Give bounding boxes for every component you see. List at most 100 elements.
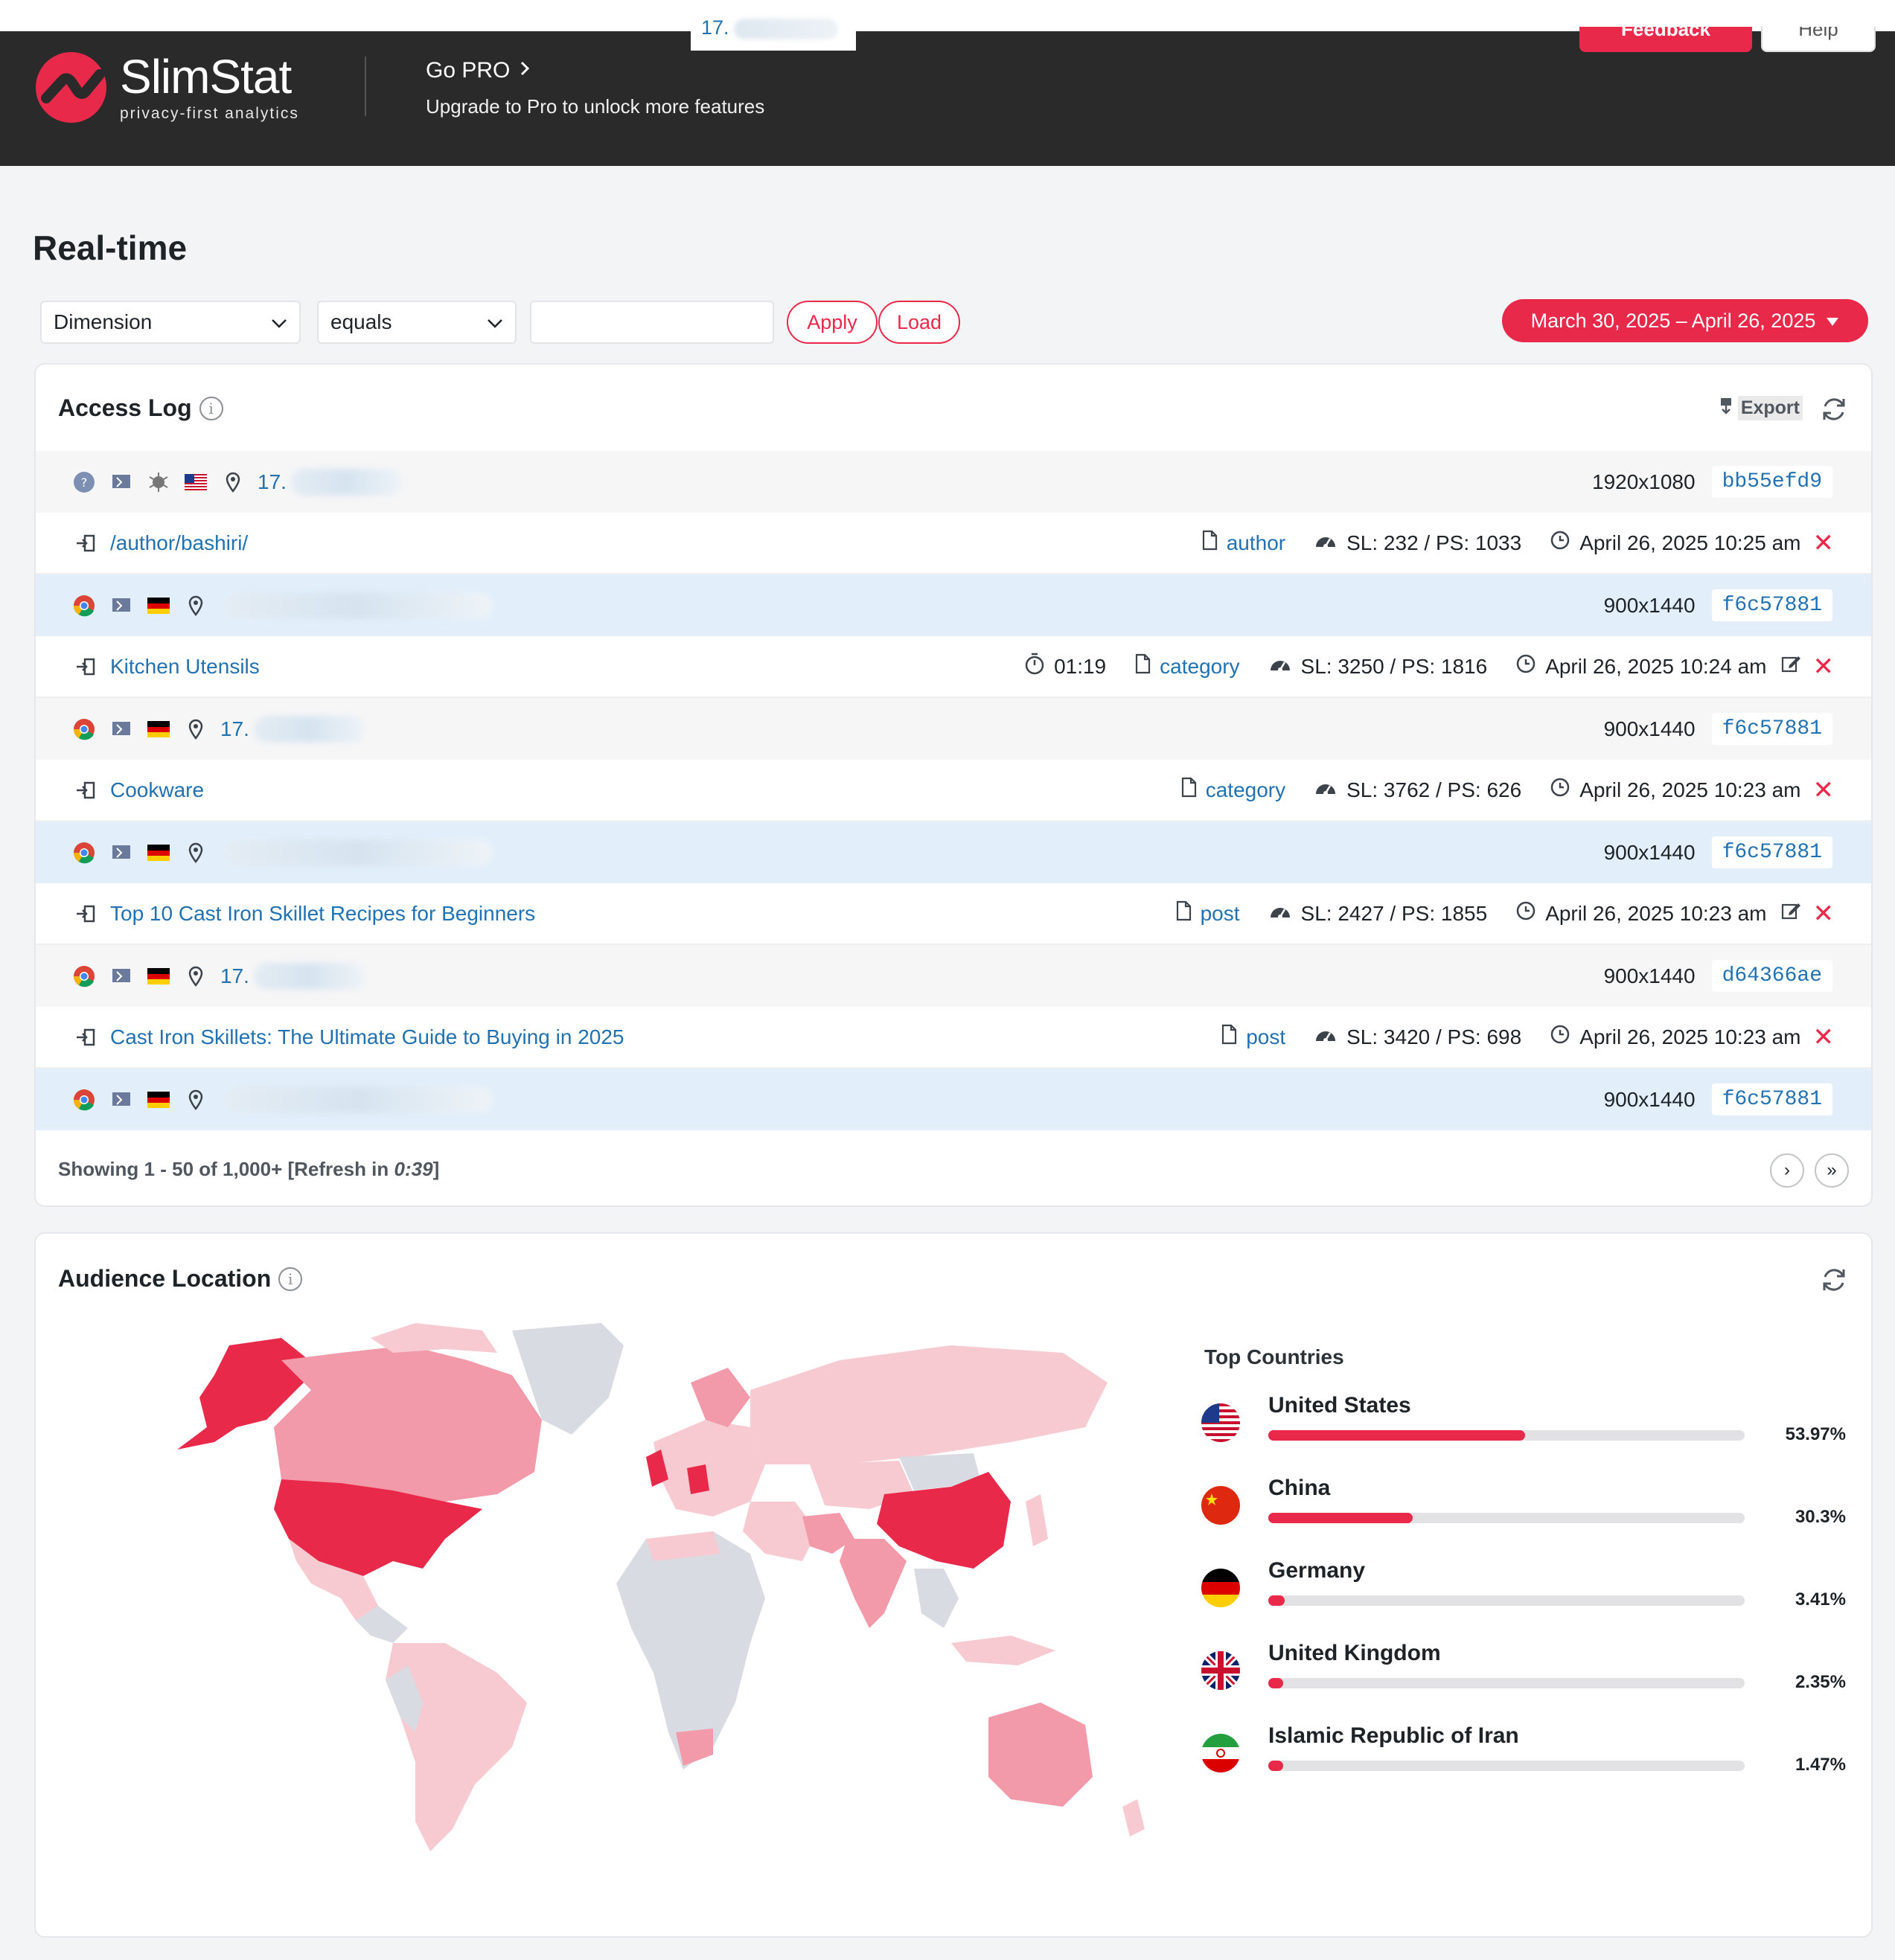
delete-icon[interactable]: ✕ [1813, 899, 1835, 929]
visitor-fingerprint-link[interactable]: bb55efd9 [1711, 466, 1832, 498]
content-type-link[interactable]: post [1201, 902, 1240, 926]
screen-resolution: 1920x1080 [1592, 470, 1696, 493]
slimstat-logo[interactable]: SlimStat privacy-first analytics [36, 52, 299, 123]
visitor-ip-link[interactable]: 17. [220, 717, 249, 741]
dimension-select[interactable]: Dimension [40, 301, 301, 344]
blurred-ip [225, 839, 493, 866]
page-url-link[interactable]: /author/bashiri/ [110, 531, 248, 555]
stats-value: SL: 232 / PS: 1033 [1346, 531, 1522, 554]
next-page-button[interactable]: › [1770, 1153, 1804, 1188]
screen-resolution: 900x1440 [1603, 593, 1696, 617]
refresh-icon[interactable] [1819, 394, 1849, 424]
delete-icon[interactable]: ✕ [1813, 775, 1835, 805]
blurred-ip [253, 962, 365, 990]
blurred-ip [290, 468, 403, 496]
page-url-link[interactable]: Top 10 Cast Iron Skillet Recipes for Beg… [110, 902, 535, 926]
visitor-fingerprint-link[interactable]: d64366ae [1711, 960, 1832, 992]
visitor-fingerprint-link[interactable]: f6c57881 [1711, 1083, 1832, 1115]
delete-icon[interactable]: ✕ [1813, 528, 1835, 558]
clock-icon [1515, 900, 1536, 926]
performance-stats: SL: 3250 / PS: 1816 [1268, 654, 1488, 679]
visitor-fingerprint-link[interactable]: f6c57881 [1711, 589, 1832, 621]
country-share-bar [1268, 1595, 1745, 1606]
edit-icon[interactable] [1780, 900, 1801, 926]
file-icon [1175, 900, 1192, 926]
chevron-down-icon [271, 310, 287, 334]
delete-icon[interactable]: ✕ [1813, 652, 1835, 682]
bot-icon [146, 470, 171, 495]
country-share-percent: 1.47% [1795, 1755, 1846, 1775]
location-pin-icon [220, 470, 246, 495]
page-title: Real-time [33, 228, 188, 267]
map-region-germany [687, 1464, 709, 1494]
page-url-link[interactable]: Cookware [110, 778, 204, 802]
info-icon[interactable]: i [199, 396, 223, 420]
clock-icon [1550, 1024, 1570, 1050]
chevron-right-icon: › [1784, 1160, 1790, 1180]
country-name: United Kingdom [1268, 1641, 1441, 1665]
clock-icon [1515, 653, 1536, 679]
date-value: April 26, 2025 10:25 am [1579, 531, 1801, 554]
content-type-link[interactable]: author [1227, 531, 1285, 555]
footer-suffix: ] [432, 1158, 440, 1180]
visitor-row[interactable]: 17. 900x1440 f6c57881 [36, 698, 1871, 760]
feedback-button[interactable]: Feedback [1579, 27, 1752, 52]
country-share-percent: 3.41% [1795, 1589, 1846, 1610]
visitor-ip-link[interactable]: 17. [220, 964, 249, 988]
help-button[interactable]: Help [1761, 27, 1876, 52]
operator-select[interactable]: equals [317, 301, 517, 344]
date-range-button[interactable]: March 30, 2025 – April 26, 2025 [1502, 299, 1868, 342]
country-share-percent: 2.35% [1795, 1672, 1846, 1692]
edit-icon[interactable] [1780, 653, 1801, 679]
content-type-link[interactable]: category [1160, 655, 1239, 679]
export-button[interactable]: Export [1719, 396, 1803, 420]
info-icon[interactable]: i [278, 1266, 303, 1291]
clock-icon [1550, 530, 1570, 556]
visitor-ip-link[interactable]: 17. [258, 470, 287, 494]
country-name: United States [1268, 1393, 1411, 1418]
entry-icon [73, 654, 98, 679]
entry-icon [73, 531, 98, 556]
stopwatch-icon [1024, 653, 1045, 680]
delete-icon[interactable]: ✕ [1813, 1022, 1835, 1052]
content-type: category [1180, 777, 1285, 803]
filter-value-input[interactable] [530, 301, 774, 344]
visitor-row[interactable]: 900x1440 f6c57881 [36, 822, 1871, 883]
visitor-row[interactable]: 900x1440 f6c57881 [36, 574, 1871, 636]
entry-icon [73, 1025, 98, 1050]
country-share-fill [1268, 1595, 1285, 1606]
header-divider [365, 57, 366, 116]
country-share-bar [1268, 1678, 1745, 1688]
last-page-button[interactable]: » [1815, 1153, 1849, 1188]
visit-timestamp: April 26, 2025 10:25 am ✕ [1550, 528, 1834, 558]
speedometer-icon [1314, 531, 1338, 555]
stats-value: SL: 2427 / PS: 1855 [1300, 901, 1488, 925]
pageview-row: Kitchen Utensils 01:19 category SL: 3250 / … [36, 636, 1871, 698]
visit-timestamp: April 26, 2025 10:23 am ✕ [1550, 775, 1834, 805]
visitor-fingerprint-link[interactable]: f6c57881 [1711, 713, 1832, 745]
page-url-link[interactable]: Kitchen Utensils [110, 655, 260, 679]
visit-timestamp: April 26, 2025 10:24 am ✕ [1515, 652, 1834, 682]
file-icon [1180, 777, 1197, 803]
load-button[interactable]: Load [878, 301, 960, 344]
visitor-row[interactable]: ? 17. 1920x1080 bb55efd9 [36, 451, 1871, 513]
stats-value: SL: 3250 / PS: 1816 [1300, 654, 1488, 678]
page-url-link[interactable]: Cast Iron Skillets: The Ultimate Guide t… [110, 1025, 624, 1049]
country-flag-icon [1201, 1734, 1240, 1772]
content-type-link[interactable]: category [1206, 778, 1285, 802]
country-share-fill [1268, 1430, 1526, 1441]
apply-button[interactable]: Apply [787, 301, 878, 344]
visitor-row[interactable]: 17. 900x1440 d64366ae [36, 945, 1871, 1007]
visitor-fingerprint-link[interactable]: f6c57881 [1711, 836, 1832, 868]
content-type-link[interactable]: post [1246, 1025, 1285, 1049]
date-value: April 26, 2025 10:23 am [1579, 1025, 1801, 1048]
visitor-row[interactable]: 900x1440 f6c57881 [36, 1069, 1871, 1130]
ip-tooltip-tab: 17. [691, 0, 856, 51]
screen-resolution: 900x1440 [1603, 1087, 1696, 1111]
ip-tooltip-text: 17. [701, 16, 729, 39]
go-pro-link[interactable]: Go PRO Upgrade to Pro to unlock more fea… [426, 58, 764, 118]
blurred-ip [733, 18, 838, 39]
refresh-icon[interactable] [1819, 1265, 1849, 1295]
content-type: post [1221, 1024, 1285, 1050]
world-map[interactable] [95, 1316, 1167, 1866]
